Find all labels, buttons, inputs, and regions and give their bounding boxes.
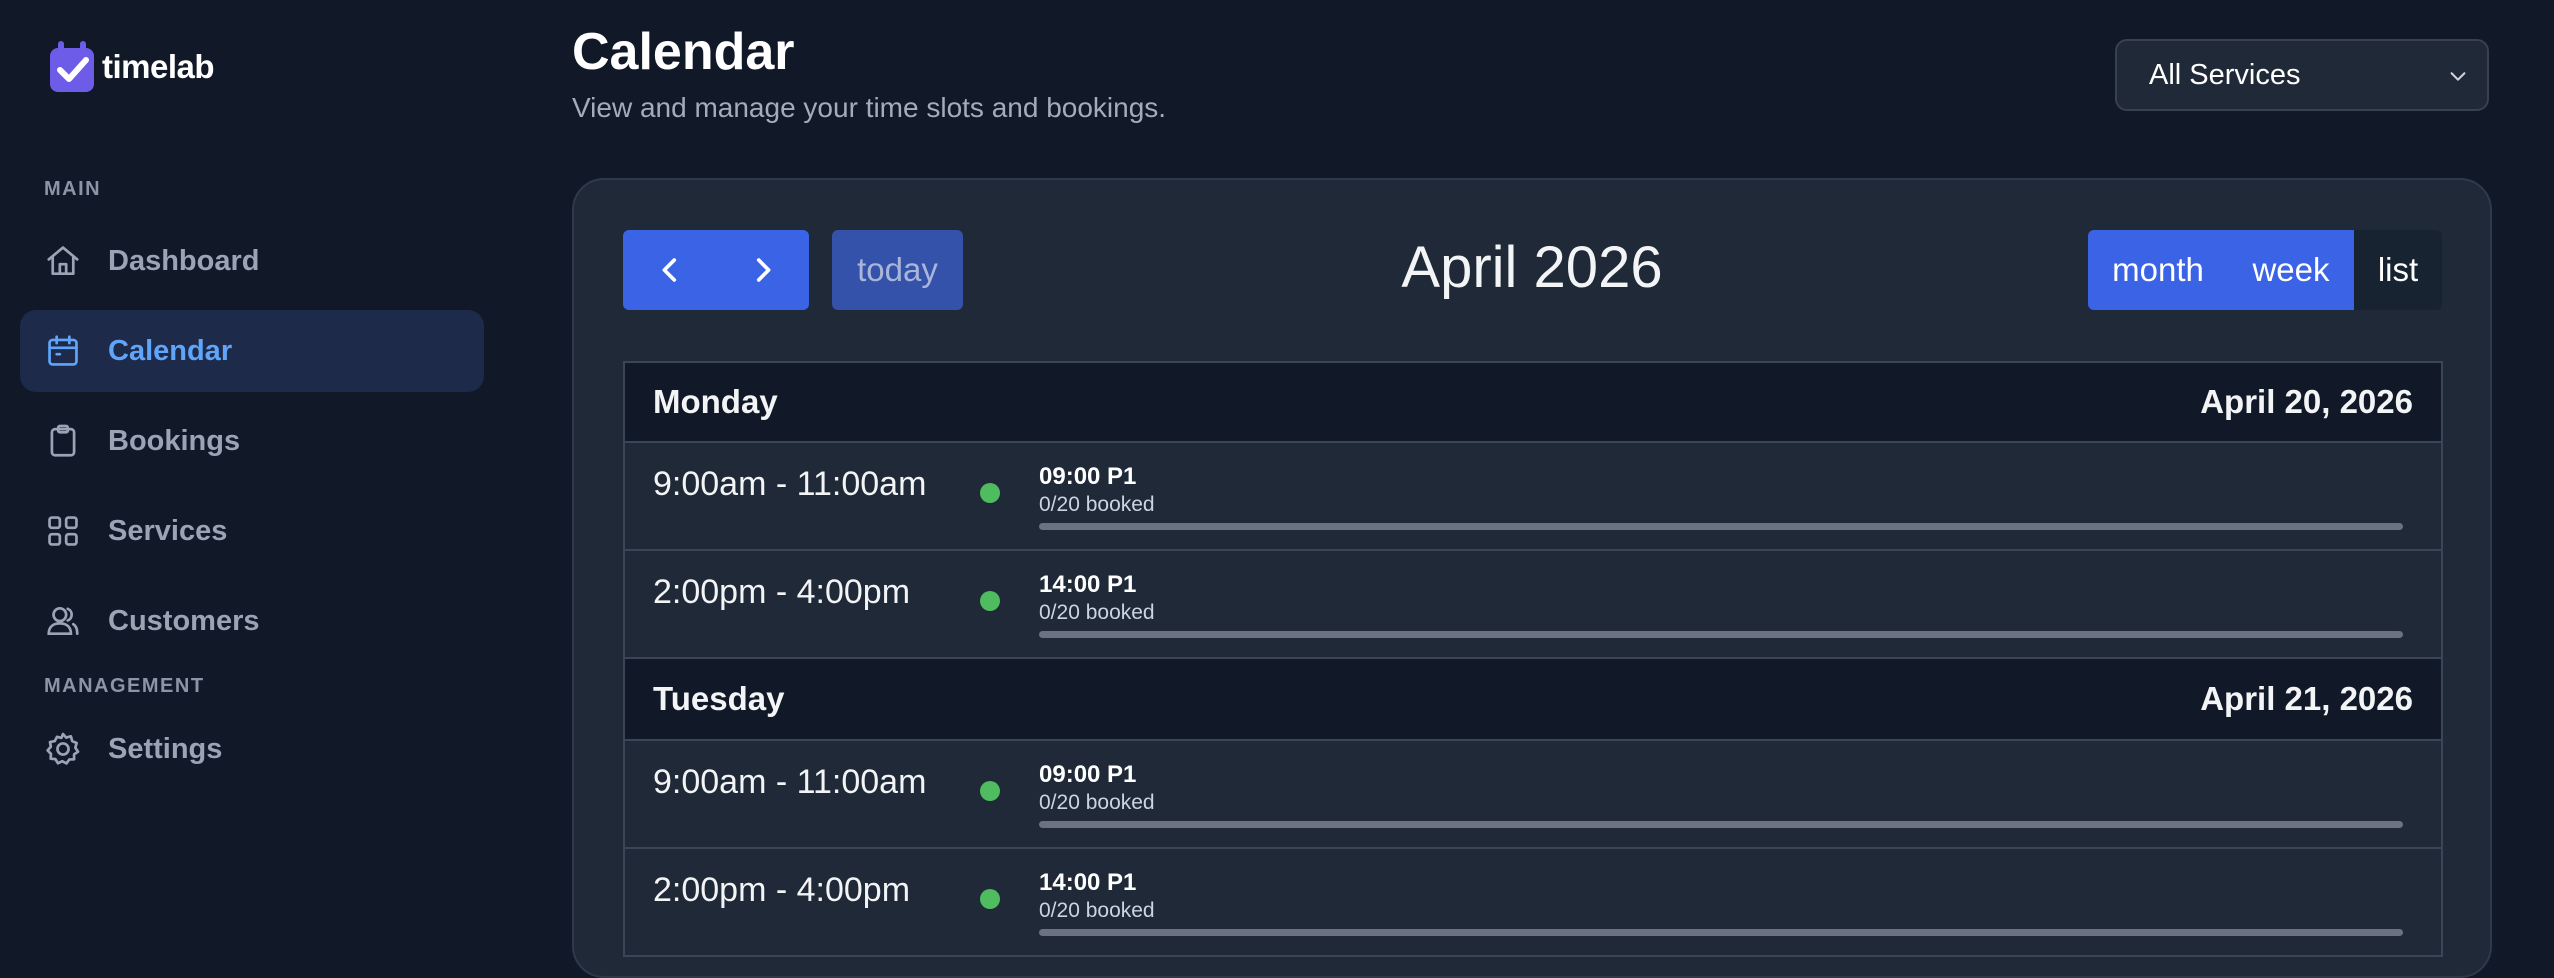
- sidebar-item-label: Settings: [108, 732, 223, 765]
- users-icon: [47, 606, 79, 636]
- slot-title: 14:00 P1: [1039, 869, 1137, 896]
- slot-title: 14:00 P1: [1039, 571, 1137, 598]
- clipboard-icon: [50, 424, 76, 457]
- day-date: April 21, 2026: [2200, 680, 2413, 717]
- event-list: Monday April 20, 2026 9:00am - 11:00am 0…: [623, 361, 2443, 957]
- view-month-button[interactable]: month: [2088, 230, 2228, 310]
- logo-icon: [50, 41, 94, 92]
- time-slot[interactable]: 9:00am - 11:00am 09:00 P1 0/20 booked: [625, 741, 2441, 849]
- availability-dot: [980, 591, 1000, 611]
- slot-booked-count: 0/20 booked: [1039, 899, 1155, 922]
- time-slot[interactable]: 2:00pm - 4:00pm 14:00 P1 0/20 booked: [625, 849, 2441, 957]
- gear-icon: [46, 732, 80, 765]
- page-subtitle: View and manage your time slots and book…: [572, 92, 1167, 123]
- sidebar-item-services[interactable]: Services: [20, 490, 484, 572]
- sidebar-item-bookings[interactable]: Bookings: [20, 400, 484, 482]
- availability-dot: [980, 483, 1000, 503]
- booking-progress-bar: [1039, 631, 2403, 638]
- sidebar-item-dashboard[interactable]: Dashboard: [20, 220, 484, 302]
- booking-progress-bar: [1039, 821, 2403, 828]
- calendar-icon: [48, 335, 78, 366]
- sidebar-item-label: Calendar: [108, 334, 233, 367]
- slot-time: 2:00pm - 4:00pm: [653, 573, 911, 611]
- slot-title: 09:00 P1: [1039, 463, 1137, 490]
- day-header: Tuesday April 21, 2026: [625, 659, 2441, 741]
- sidebar-item-label: Customers: [108, 604, 260, 637]
- service-filter-select[interactable]: All Services: [2115, 39, 2489, 111]
- availability-dot: [980, 781, 1000, 801]
- slot-booked-count: 0/20 booked: [1039, 791, 1155, 814]
- time-slot[interactable]: 2:00pm - 4:00pm 14:00 P1 0/20 booked: [625, 551, 2441, 659]
- calendar-card: today April 2026 month week list Monday …: [572, 178, 2492, 978]
- slot-booked-count: 0/20 booked: [1039, 493, 1155, 516]
- view-week-button[interactable]: week: [2228, 230, 2354, 310]
- sidebar-item-label: Bookings: [108, 424, 241, 457]
- day-name: Tuesday: [653, 680, 785, 717]
- slot-time: 9:00am - 11:00am: [653, 465, 927, 503]
- service-filter-value: All Services: [2149, 58, 2301, 91]
- day-header: Monday April 20, 2026: [625, 361, 2441, 443]
- view-switcher: month week list: [2088, 230, 2442, 310]
- slot-booked-count: 0/20 booked: [1039, 601, 1155, 624]
- brand-name: timelab: [102, 48, 215, 85]
- booking-progress-bar: [1039, 929, 2403, 936]
- home-icon: [47, 246, 79, 276]
- day-date: April 20, 2026: [2200, 383, 2413, 420]
- slot-time: 2:00pm - 4:00pm: [653, 871, 911, 909]
- sidebar-item-customers[interactable]: Customers: [20, 580, 484, 662]
- sidebar-item-calendar[interactable]: Calendar: [20, 310, 484, 392]
- section-label-management: MANAGEMENT: [44, 675, 205, 697]
- section-label-main: MAIN: [44, 178, 102, 200]
- sidebar: timelab MAIN Dashboard Calendar Bookings…: [0, 0, 505, 962]
- brand-logo[interactable]: timelab: [46, 38, 215, 96]
- time-slot[interactable]: 9:00am - 11:00am 09:00 P1 0/20 booked: [625, 443, 2441, 551]
- sidebar-item-settings[interactable]: Settings: [20, 708, 484, 790]
- view-list-button[interactable]: list: [2354, 230, 2442, 310]
- availability-dot: [980, 889, 1000, 909]
- sidebar-item-label: Services: [108, 514, 228, 547]
- page-title: Calendar: [572, 23, 795, 81]
- booking-progress-bar: [1039, 523, 2403, 530]
- sidebar-item-label: Dashboard: [108, 244, 260, 277]
- chevron-down-icon: [2450, 72, 2466, 81]
- slot-title: 09:00 P1: [1039, 761, 1137, 788]
- day-name: Monday: [653, 383, 778, 420]
- slot-time: 9:00am - 11:00am: [653, 763, 927, 801]
- grid-icon: [48, 516, 78, 546]
